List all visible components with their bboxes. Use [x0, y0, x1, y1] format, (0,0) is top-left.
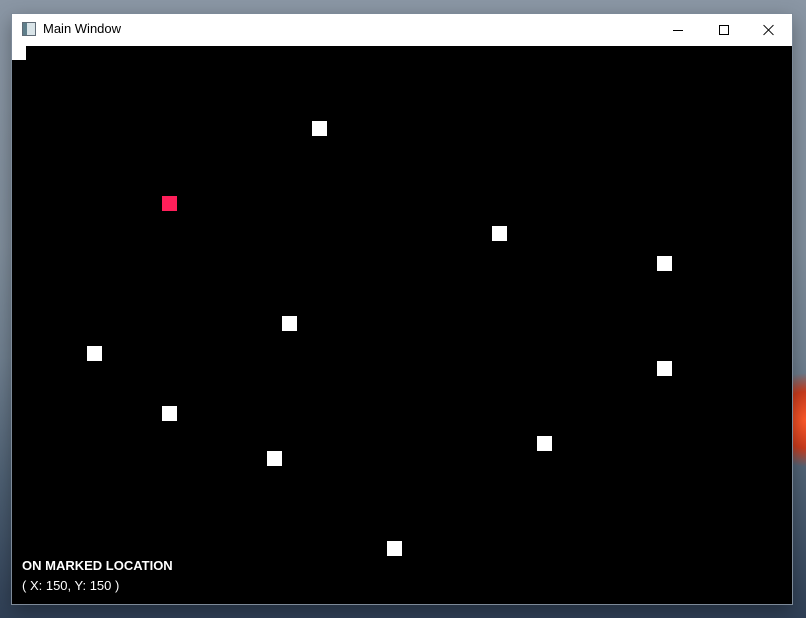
minimize-icon	[673, 29, 683, 31]
location-marker	[312, 121, 327, 136]
maximize-button[interactable]	[701, 14, 747, 46]
main-window[interactable]: Main Window ON MARKED LOCATION (X: 150,…	[12, 14, 792, 604]
location-marker	[387, 541, 402, 556]
window-title: Main Window	[43, 21, 122, 36]
location-marker	[267, 451, 282, 466]
cursor-square	[12, 46, 26, 60]
location-marker	[657, 256, 672, 271]
app-window-icon	[22, 22, 36, 36]
title-bar[interactable]: Main Window	[12, 14, 792, 46]
close-button[interactable]	[746, 14, 792, 46]
maximize-icon	[719, 25, 729, 35]
close-icon	[763, 24, 775, 36]
highlight-marker	[162, 196, 177, 211]
location-marker	[282, 316, 297, 331]
location-marker	[162, 406, 177, 421]
location-marker	[537, 436, 552, 451]
status-label: ON MARKED LOCATION	[22, 558, 173, 573]
location-marker	[492, 226, 507, 241]
desktop-background: Main Window ON MARKED LOCATION (X: 150,…	[0, 0, 806, 618]
coordinates-readout: ( X: 150, Y: 150 )	[22, 578, 120, 593]
location-marker	[657, 361, 672, 376]
game-canvas[interactable]: ON MARKED LOCATION ( X: 150, Y: 150 )	[12, 46, 792, 604]
minimize-button[interactable]	[655, 14, 701, 46]
location-marker	[87, 346, 102, 361]
